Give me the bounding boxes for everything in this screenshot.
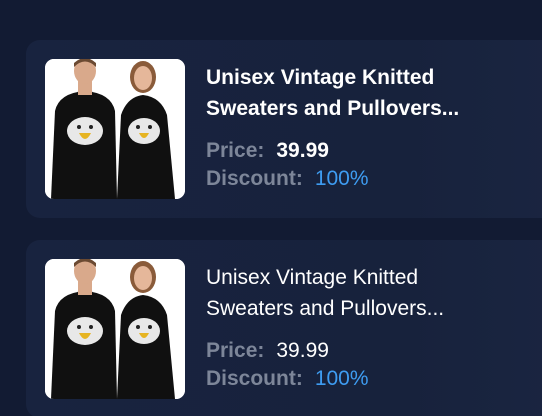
discount-value: 100% bbox=[314, 167, 369, 190]
price-label: Price: bbox=[206, 139, 265, 162]
discount-label: Discount: bbox=[206, 367, 303, 390]
price-row: Price: 39.99 bbox=[206, 137, 536, 165]
product-info: Unisex Vintage Knitted Sweaters and Pull… bbox=[206, 62, 536, 193]
product-card[interactable]: Unisex Vintage Knitted Sweaters and Pull… bbox=[26, 240, 542, 416]
product-card[interactable]: Unisex Vintage Knitted Sweaters and Pull… bbox=[26, 40, 542, 218]
product-list: Unisex Vintage Knitted Sweaters and Pull… bbox=[0, 0, 542, 416]
price-value: 39.99 bbox=[276, 139, 329, 162]
price-value: 39.99 bbox=[276, 339, 329, 362]
discount-row: Discount: 100% bbox=[206, 165, 536, 193]
product-title-line1[interactable]: Unisex Vintage Knitted bbox=[206, 62, 536, 93]
price-label: Price: bbox=[206, 339, 265, 362]
product-title-line2[interactable]: Sweaters and Pullovers... bbox=[206, 93, 536, 124]
price-row: Price: 39.99 bbox=[206, 337, 536, 365]
product-image[interactable] bbox=[45, 259, 185, 399]
discount-value: 100% bbox=[314, 367, 369, 390]
product-title-line2[interactable]: Sweaters and Pullovers... bbox=[206, 293, 536, 324]
discount-row: Discount: 100% bbox=[206, 365, 536, 393]
product-info: Unisex Vintage Knitted Sweaters and Pull… bbox=[206, 262, 536, 393]
product-photo-icon bbox=[45, 259, 185, 399]
product-image[interactable] bbox=[45, 59, 185, 199]
product-photo-icon bbox=[45, 59, 185, 199]
product-title-line1[interactable]: Unisex Vintage Knitted bbox=[206, 262, 536, 293]
discount-label: Discount: bbox=[206, 167, 303, 190]
